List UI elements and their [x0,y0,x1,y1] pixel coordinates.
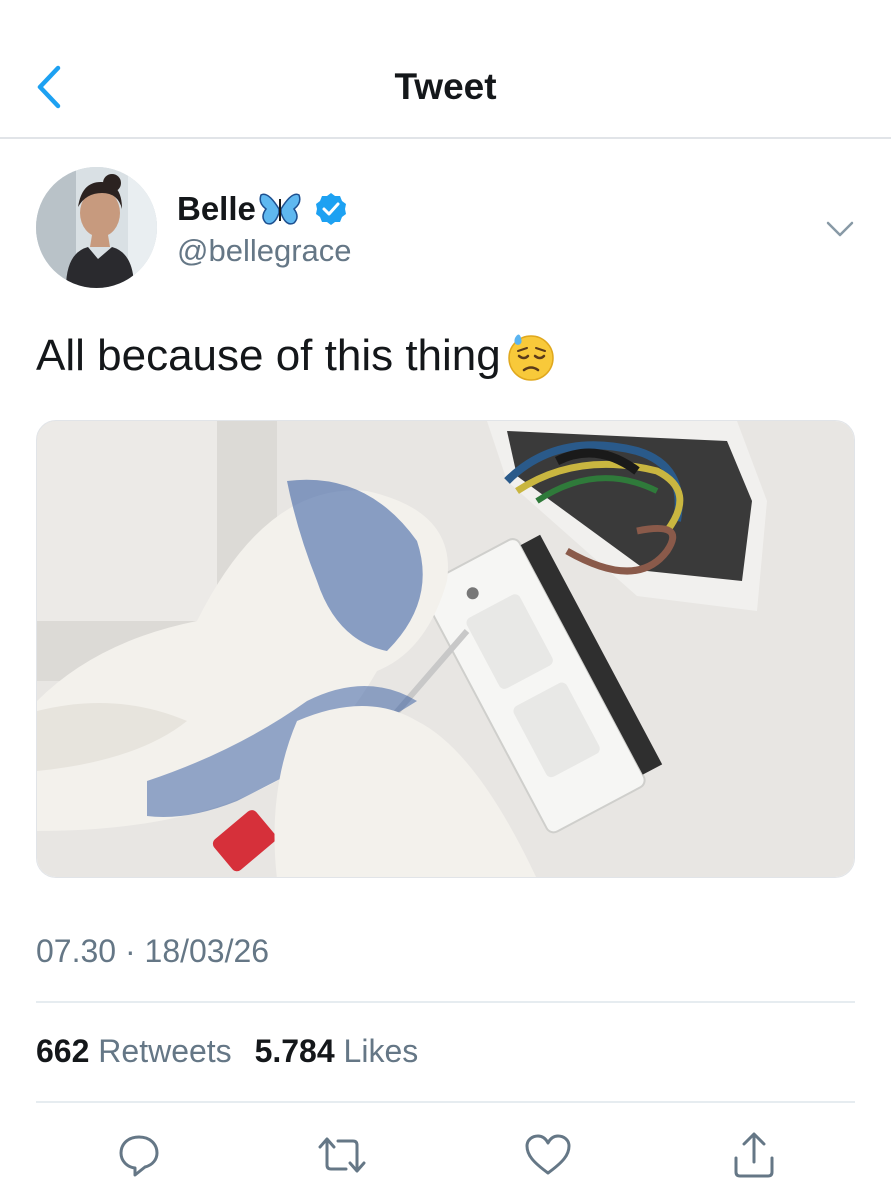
retweets-stat[interactable]: 662 Retweets [36,1033,232,1069]
tweet-author: Belle @bellegrace [36,167,856,292]
likes-count: 5.784 [254,1033,335,1069]
page-title: Tweet [394,66,497,107]
likes-stat[interactable]: 5.784 Likes [255,1033,419,1069]
top-bar: Tweet [0,0,891,139]
divider [36,1001,855,1003]
tweet-action-bar [0,1125,891,1185]
verified-badge-icon [315,193,346,225]
display-name-text: Belle [177,190,256,227]
tweet-text-content: All because of this thing [36,331,501,380]
downcast-face-with-sweat-emoji-icon [507,334,554,381]
tweet-media-image[interactable] [36,420,855,878]
avatar[interactable] [36,167,157,288]
divider [36,1101,855,1103]
heart-icon [525,1134,571,1175]
reply-icon [119,1135,159,1177]
chevron-down-icon [826,221,854,237]
tweet-text: All because of this thing [36,330,557,382]
tweet-timestamp: 07.30 · 18/03/26 [36,933,270,969]
likes-label: Likes [343,1033,419,1069]
user-handle[interactable]: @bellegrace [177,233,352,269]
retweet-button[interactable] [312,1125,372,1185]
share-button[interactable] [724,1125,784,1185]
tweet-stats: 662 Retweets 5.784 Likes [36,1033,432,1070]
tweet-options-button[interactable] [824,217,856,241]
retweets-count: 662 [36,1033,90,1069]
retweet-icon [318,1137,366,1173]
retweets-label: Retweets [98,1033,232,1069]
reply-button[interactable] [109,1125,169,1185]
like-button[interactable] [518,1125,578,1185]
display-name[interactable]: Belle [177,189,348,229]
butterfly-emoji-icon [259,193,301,225]
share-icon [734,1132,774,1178]
